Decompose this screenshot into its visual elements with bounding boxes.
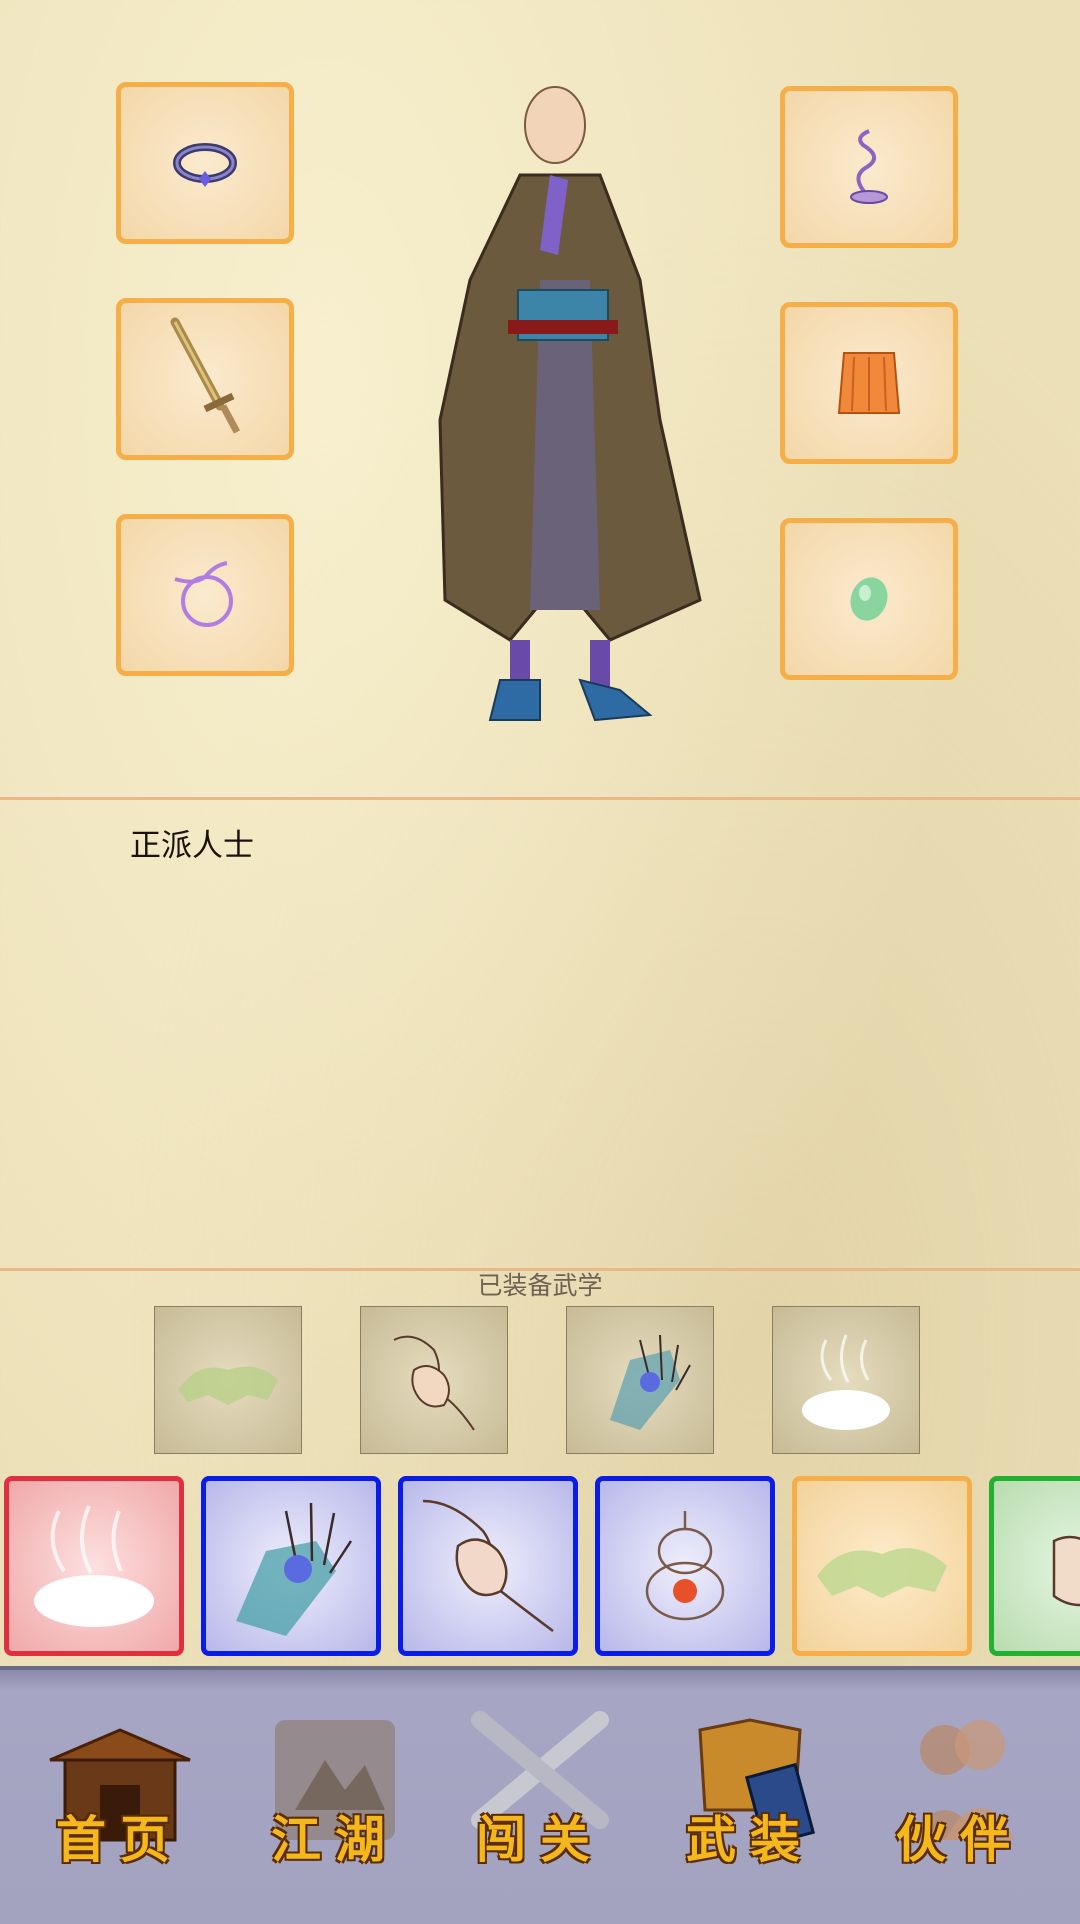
orange-cloth-icon [837,352,901,414]
sword-icon [170,317,241,434]
skill-card-4[interactable] [595,1476,775,1656]
clasped-fists-icon [422,1499,554,1632]
nav-challenge[interactable]: 闯关 [450,1710,630,1890]
nav-equipment[interactable]: 武装 [660,1710,840,1890]
purple-ring-icon [173,143,237,187]
mist-cloud-icon [802,1334,890,1430]
green-beast-icon [817,1548,947,1598]
nav-challenge-label: 闯关 [476,1810,604,1869]
nav-jianghu[interactable]: 江湖 [245,1710,425,1890]
bottom-nav: 首页 江湖 闯关 武装 伙伴 [0,1666,1080,1924]
gourd-icon [645,1511,725,1621]
incense-icon [850,129,888,204]
mist-cloud-icon [34,1505,154,1627]
divider-top [0,797,1080,800]
skill-card-6[interactable] [989,1476,1080,1656]
equipped-skill-4[interactable] [772,1306,920,1454]
skill-card-3[interactable] [398,1476,578,1656]
skill-card-5[interactable] [792,1476,972,1656]
jade-icon [850,577,888,621]
green-beast-icon [178,1366,278,1405]
equip-slot-ring[interactable] [116,82,294,244]
nav-jianghu-label: 江湖 [271,1810,399,1869]
equip-slot-incense[interactable] [780,86,958,248]
hero-character [438,86,702,722]
fist-icon [1052,1535,1080,1607]
equipped-skill-1[interactable] [154,1306,302,1454]
nav-partners-label: 伙伴 [896,1810,1024,1869]
equip-slot-sword[interactable] [116,298,294,460]
equipped-skill-2[interactable] [360,1306,508,1454]
equip-slot-bracelet[interactable] [116,514,294,676]
character-title: 正派人士 [130,828,254,864]
nav-equipment-label: 武装 [686,1810,814,1869]
nav-home-label: 首页 [56,1810,184,1869]
nav-partners[interactable]: 伙伴 [870,1710,1050,1890]
martial-header: 已装备武学 [477,1271,603,1300]
ribbon-ring-icon [174,561,233,627]
palm-strike-icon [236,1502,353,1636]
skill-card-1[interactable] [4,1476,184,1656]
skill-card-2[interactable] [201,1476,381,1656]
palm-strike-icon [610,1334,691,1430]
clasped-fists-icon [393,1335,475,1431]
equip-slot-robe[interactable] [780,302,958,464]
skill-strip[interactable] [0,1474,1080,1660]
nav-home[interactable]: 首页 [30,1710,210,1890]
equipped-skill-3[interactable] [566,1306,714,1454]
equip-slot-jade[interactable] [780,518,958,680]
